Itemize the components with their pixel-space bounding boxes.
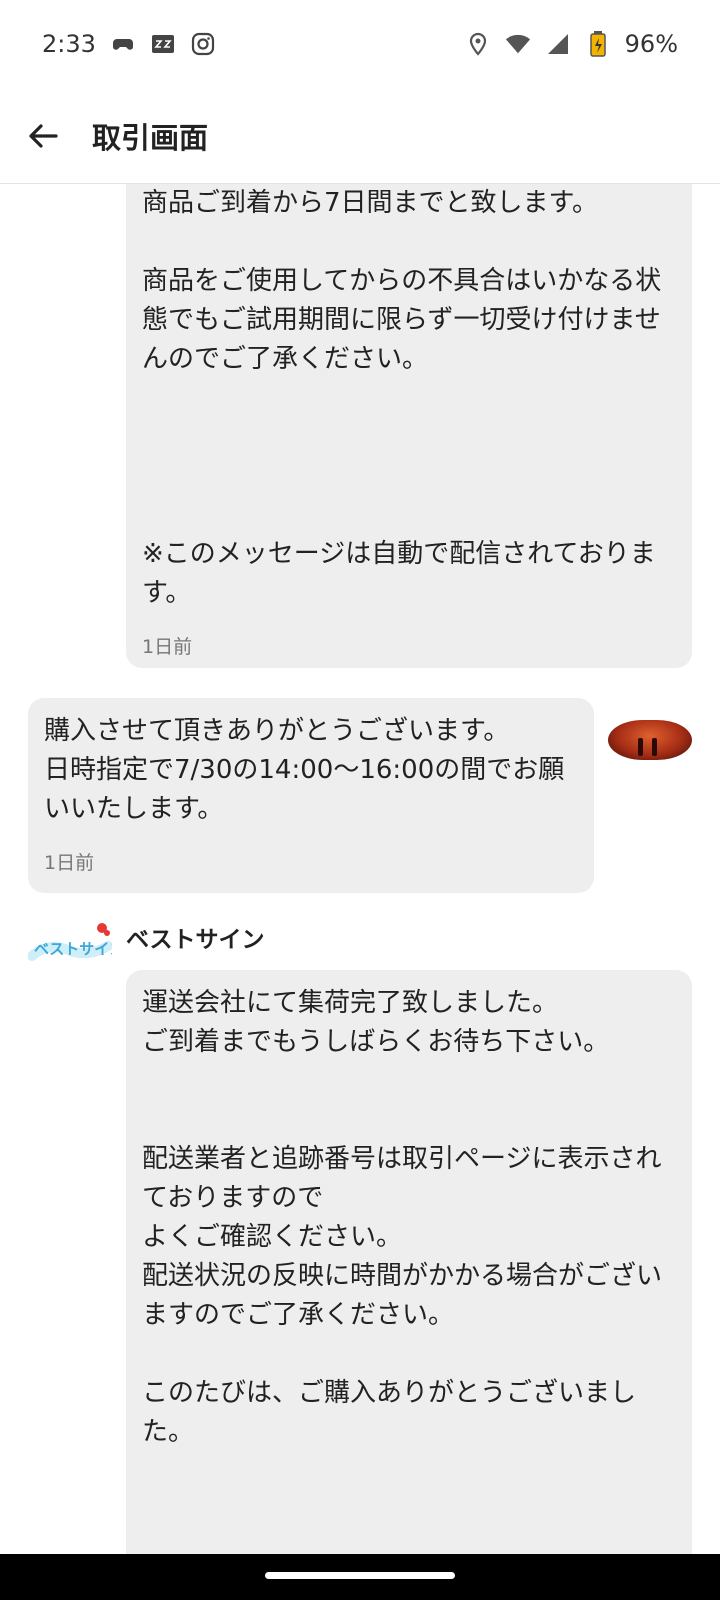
wifi-icon: [505, 31, 531, 57]
location-icon: [465, 31, 491, 57]
seller-avatar[interactable]: ベストサイン: [28, 900, 112, 984]
logo-text: ベストサイン: [34, 940, 112, 958]
instagram-icon: [190, 31, 216, 57]
avatar-figure: [638, 738, 643, 756]
message-timestamp: 1日前: [44, 852, 95, 874]
game-controller-icon: [110, 31, 136, 57]
battery-charging-icon: [585, 31, 611, 57]
seller-message-bubble: 商品ご到着から7日間までと致します。 商品をご使用してからの不具合はいかなる状態…: [126, 184, 692, 668]
arrow-back-icon: [29, 123, 58, 148]
status-time: 2:33: [42, 30, 96, 58]
best-sign-logo: ベストサイン: [28, 923, 112, 961]
page-title: 取引画面: [92, 120, 209, 155]
seller-message-bubble: 運送会社にて集荷完了致しました。 ご到着までもうしばらくお待ち下さい。 配送業者…: [126, 970, 692, 1554]
buyer-avatar[interactable]: [608, 720, 692, 760]
sleep-zzz-icon: [150, 31, 176, 57]
message-text: 購入させて頂きありがとうございます。 日時指定で7/30の14:00〜16:00…: [44, 716, 565, 824]
status-bar-right: 96%: [465, 30, 678, 58]
message-text: 商品ご到着から7日間までと致します。 商品をご使用してからの不具合はいかなる状態…: [142, 188, 662, 608]
avatar-figure: [652, 738, 657, 756]
battery-percent: 96%: [624, 30, 678, 58]
message-timestamp: 1日前: [142, 636, 193, 658]
home-gesture-handle[interactable]: [265, 1572, 455, 1579]
app-bar: 取引画面: [0, 88, 720, 184]
system-navigation-bar: [0, 1554, 720, 1600]
cell-signal-icon: [545, 31, 571, 57]
status-bar-left: 2:33: [42, 30, 216, 58]
message-text: 運送会社にて集荷完了致しました。 ご到着までもうしばらくお待ち下さい。 配送業者…: [142, 988, 663, 1447]
seller-name: ベストサイン: [126, 927, 265, 953]
buyer-message-bubble: 購入させて頂きありがとうございます。 日時指定で7/30の14:00〜16:00…: [28, 698, 594, 893]
status-bar: 2:33 96%: [0, 0, 720, 88]
chat-message-list[interactable]: 商品ご到着から7日間までと致します。 商品をご使用してからの不具合はいかなる状態…: [0, 184, 720, 1554]
back-button[interactable]: [18, 111, 68, 161]
